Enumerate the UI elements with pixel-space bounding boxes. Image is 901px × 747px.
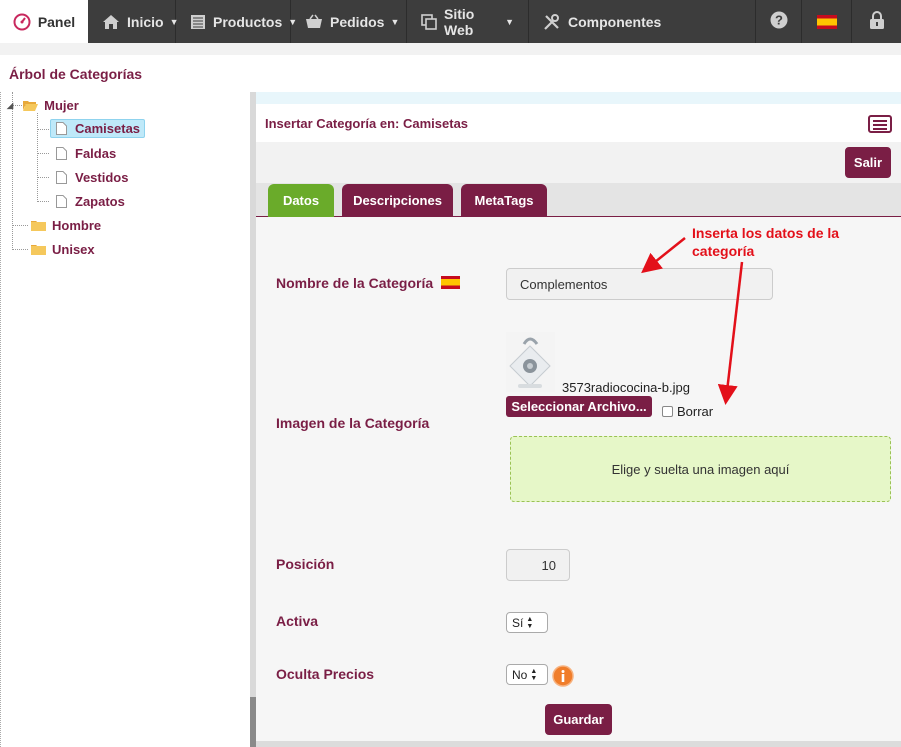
- hide-prices-select[interactable]: No ▲ ▼: [506, 664, 548, 685]
- tree-node-vestidos-label: Vestidos: [75, 170, 129, 185]
- delete-image-option[interactable]: Borrar: [662, 404, 713, 419]
- tree-node-mujer[interactable]: ◢ Mujer: [7, 98, 79, 113]
- action-bar: Salir: [256, 142, 901, 183]
- tree-node-camisetas-label: Camisetas: [75, 121, 141, 136]
- language-selector[interactable]: [801, 0, 851, 43]
- nav-inicio[interactable]: Inicio ▼: [88, 0, 178, 43]
- chevron-down-icon: ▼: [390, 16, 400, 27]
- delete-checkbox[interactable]: [662, 406, 673, 417]
- tree-node-unisex-label: Unisex: [52, 242, 95, 257]
- tree-node-unisex[interactable]: Unisex: [31, 242, 95, 257]
- document-icon: [56, 122, 67, 135]
- select-arrows-icon: ▲ ▼: [526, 615, 534, 630]
- nav-componentes[interactable]: Componentes: [529, 0, 665, 43]
- folder-icon: [31, 245, 46, 255]
- category-tree-panel: ◢ Mujer Camisetas Faldas Vestidos Zapato…: [0, 92, 256, 747]
- annotation-line-2: categoría: [692, 243, 755, 259]
- tree-node-camisetas[interactable]: Camisetas: [50, 119, 146, 138]
- lock-button[interactable]: [851, 0, 901, 43]
- tab-metatags[interactable]: MetaTags: [461, 184, 547, 217]
- spain-flag-icon: [441, 276, 461, 289]
- insert-category-title: Insertar Categoría en: Camisetas: [265, 115, 469, 131]
- home-icon: [102, 13, 120, 31]
- active-select[interactable]: Sí ▲ ▼: [506, 612, 548, 633]
- document-icon: [56, 171, 67, 184]
- tab-descripciones[interactable]: Descripciones: [342, 184, 453, 217]
- nav-productos[interactable]: Productos ▼: [176, 0, 297, 43]
- nav-productos-label: Productos: [213, 13, 283, 30]
- collapse-arrow-icon[interactable]: ◢: [7, 101, 13, 110]
- tree-node-hombre[interactable]: Hombre: [31, 218, 101, 233]
- image-filename: 3573radiococina-b.jpg: [562, 380, 690, 395]
- subheader-strip: [0, 43, 901, 55]
- category-image-thumbnail: [506, 332, 555, 392]
- active-label: Activa: [276, 613, 319, 629]
- info-icon[interactable]: [552, 665, 574, 690]
- document-icon: [56, 195, 67, 208]
- hide-prices-label: Oculta Precios: [276, 666, 375, 682]
- dashboard-icon: [13, 13, 31, 31]
- top-navigation: Panel Inicio ▼ Productos ▼ Pedidos ▼ Sit…: [0, 0, 901, 43]
- form-bottom-border: [256, 741, 901, 747]
- radio-product-image: [506, 332, 555, 392]
- category-name-field[interactable]: Complementos: [506, 268, 773, 300]
- tree-node-faldas-label: Faldas: [75, 146, 117, 161]
- nav-pedidos[interactable]: Pedidos ▼: [291, 0, 407, 43]
- tree-node-vestidos[interactable]: Vestidos: [56, 170, 128, 185]
- nav-panel[interactable]: Panel: [0, 0, 88, 43]
- selected-node[interactable]: Camisetas: [50, 119, 146, 138]
- form-tabs: Datos Descripciones MetaTags: [256, 183, 901, 217]
- products-icon: [190, 13, 206, 31]
- help-icon: ?: [770, 11, 788, 32]
- list-view-icon[interactable]: [868, 115, 892, 133]
- tools-icon: [543, 13, 561, 31]
- tree-node-mujer-label: Mujer: [44, 98, 79, 113]
- spain-flag-icon: [816, 14, 837, 29]
- tree-node-zapatos[interactable]: Zapatos: [56, 194, 125, 209]
- page-title: Árbol de Categorías: [0, 55, 901, 92]
- nav-panel-label: Panel: [37, 13, 76, 30]
- position-field[interactable]: 10: [506, 549, 570, 581]
- nav-pedidos-label: Pedidos: [330, 13, 385, 30]
- document-icon: [56, 147, 67, 160]
- nav-sitio-web[interactable]: Sitio Web ▼: [407, 0, 529, 43]
- basket-icon: [305, 13, 323, 31]
- image-dropzone[interactable]: Elige y suelta una imagen aquí: [510, 436, 891, 502]
- annotation-line-1: Inserta los datos de la: [692, 225, 840, 241]
- tab-datos[interactable]: Datos: [268, 184, 334, 217]
- save-button[interactable]: Guardar: [545, 704, 612, 735]
- svg-text:?: ?: [775, 13, 783, 28]
- category-image-label: Imagen de la Categoría: [276, 415, 430, 431]
- position-label: Posición: [276, 556, 335, 572]
- nav-inicio-label: Inicio: [127, 13, 164, 30]
- chevron-down-icon: ▼: [505, 16, 514, 27]
- select-arrows-icon: ▲ ▼: [530, 667, 538, 682]
- exit-button[interactable]: Salir: [845, 147, 891, 178]
- lock-icon: [869, 10, 885, 33]
- help-button[interactable]: ?: [755, 0, 801, 43]
- open-folder-icon: [23, 101, 39, 111]
- category-name-label: Nombre de la Categoría: [276, 275, 461, 291]
- nav-right-tools: ?: [755, 0, 901, 43]
- folder-icon: [31, 221, 46, 231]
- category-tree: ◢ Mujer Camisetas Faldas Vestidos Zapato…: [0, 92, 250, 747]
- main-heading: Insertar Categoría en: Camisetas: [256, 104, 901, 142]
- tree-node-zapatos-label: Zapatos: [75, 194, 125, 209]
- select-file-button[interactable]: Seleccionar Archivo...: [506, 396, 652, 417]
- tree-node-hombre-label: Hombre: [52, 218, 102, 233]
- website-icon: [421, 13, 437, 31]
- instruction-annotation: Inserta los datos de la categoría: [692, 224, 892, 260]
- tree-node-faldas[interactable]: Faldas: [56, 146, 116, 161]
- nav-componentes-label: Componentes: [568, 13, 662, 30]
- nav-sitio-web-label: Sitio Web: [444, 5, 475, 38]
